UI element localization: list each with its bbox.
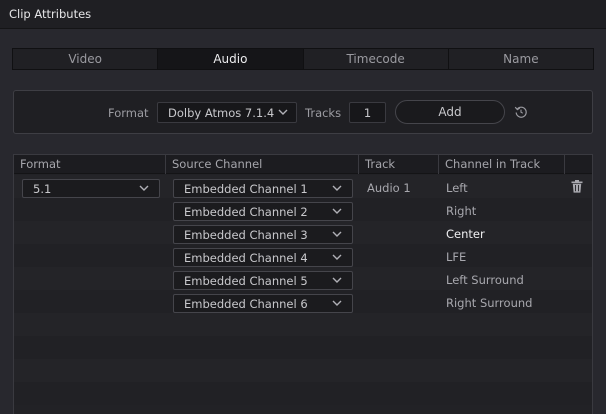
column-header-format: Format (14, 155, 166, 174)
channel-in-track-3: Center (446, 227, 485, 241)
channel-map-table: Format Source Channel Track Channel in T… (13, 154, 593, 414)
column-header-track: Track (359, 155, 439, 174)
tab-timecode[interactable]: Timecode (304, 49, 449, 69)
window-title: Clip Attributes (9, 7, 92, 21)
tab-audio[interactable]: Audio (158, 49, 304, 69)
trash-icon[interactable] (571, 180, 583, 193)
source-channel-select-4[interactable]: Embedded Channel 4 (173, 248, 353, 267)
source-channel-select-6[interactable]: Embedded Channel 6 (173, 294, 353, 313)
chevron-down-icon (278, 109, 288, 115)
format-select[interactable]: 5.1 (22, 179, 160, 198)
tab-video[interactable]: Video (13, 49, 159, 69)
table-row (14, 336, 592, 359)
chevron-down-icon (139, 185, 149, 191)
tracks-label: Tracks (305, 106, 342, 120)
track-value: Audio 1 (367, 181, 411, 195)
source-channel-value: Embedded Channel 3 (184, 227, 308, 242)
tab-bar: Video Audio Timecode Name (12, 48, 594, 70)
table-row (14, 359, 592, 382)
format-panel: Format Dolby Atmos 7.1.4 Tracks 1 Add (13, 90, 593, 134)
source-channel-select-1[interactable]: Embedded Channel 1 (173, 179, 353, 198)
reset-icon[interactable] (514, 105, 528, 119)
source-channel-value: Embedded Channel 5 (184, 273, 308, 288)
format-select-value: 5.1 (33, 181, 52, 196)
chevron-down-icon (332, 208, 342, 214)
chevron-down-icon (332, 300, 342, 306)
source-channel-value: Embedded Channel 2 (184, 204, 308, 219)
source-channel-value: Embedded Channel 4 (184, 250, 308, 265)
channel-in-track-4: LFE (446, 250, 467, 264)
source-channel-select-3[interactable]: Embedded Channel 3 (173, 225, 353, 244)
tab-name[interactable]: Name (449, 49, 593, 69)
column-header-channel-in-track: Channel in Track (439, 155, 565, 174)
channel-in-track-1: Left (446, 181, 468, 195)
table-header: Format Source Channel Track Channel in T… (14, 155, 592, 174)
source-channel-value: Embedded Channel 1 (184, 181, 308, 196)
source-channel-select-2[interactable]: Embedded Channel 2 (173, 202, 353, 221)
source-channel-value: Embedded Channel 6 (184, 296, 308, 311)
add-button[interactable]: Add (395, 100, 505, 124)
channel-in-track-6: Right Surround (446, 296, 533, 310)
source-channel-select-5[interactable]: Embedded Channel 5 (173, 271, 353, 290)
format-label: Format (108, 106, 149, 120)
tracks-input[interactable]: 1 (349, 102, 386, 123)
title-bar: Clip Attributes (0, 0, 606, 29)
column-header-source-channel: Source Channel (166, 155, 359, 174)
chevron-down-icon (332, 254, 342, 260)
format-dropdown-value: Dolby Atmos 7.1.4 (168, 105, 275, 120)
chevron-down-icon (332, 231, 342, 237)
table-row (14, 382, 592, 405)
chevron-down-icon (332, 277, 342, 283)
chevron-down-icon (332, 185, 342, 191)
table-row (14, 313, 592, 336)
channel-in-track-5: Left Surround (446, 273, 524, 287)
format-dropdown[interactable]: Dolby Atmos 7.1.4 (157, 102, 297, 123)
channel-in-track-2: Right (446, 204, 477, 218)
